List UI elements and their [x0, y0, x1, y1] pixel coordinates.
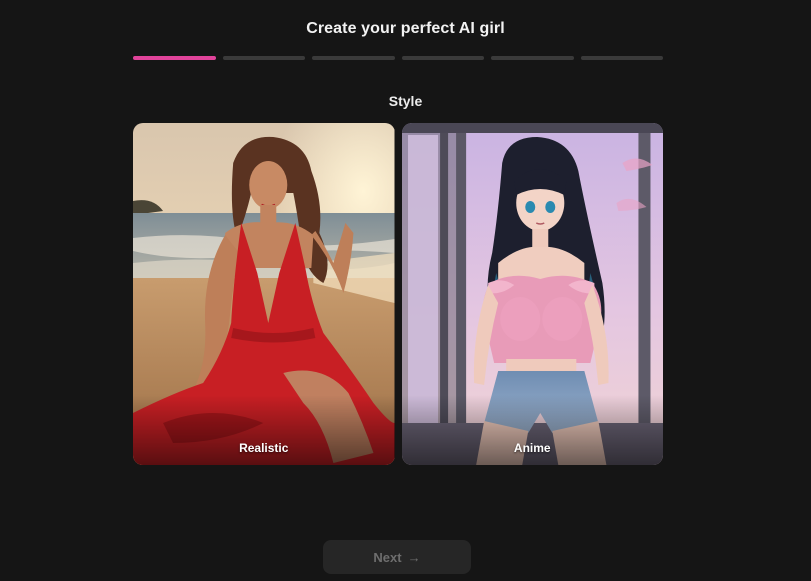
page-title: Create your perfect AI girl: [306, 20, 505, 37]
next-button-label: Next: [373, 549, 402, 565]
arrow-right-icon: →: [407, 549, 421, 565]
style-label-anime: Anime: [513, 441, 551, 455]
progress-step-5: [491, 56, 574, 60]
page: Create your perfect AI girl Style Realis…: [0, 0, 811, 581]
next-button[interactable]: Next →: [323, 540, 471, 574]
progress-step-1: [133, 56, 216, 60]
progress-step-2: [222, 56, 305, 60]
progress-step-4: [401, 56, 484, 60]
progress-step-6: [580, 56, 663, 60]
style-options: Realistic Anime: [133, 123, 663, 465]
step-progress-bar: [133, 56, 663, 60]
progress-step-3: [312, 56, 395, 60]
section-title-style: Style: [388, 93, 423, 109]
style-card-realistic[interactable]: Realistic: [133, 123, 395, 465]
style-card-anime[interactable]: Anime: [401, 123, 663, 465]
style-label-realistic: Realistic: [239, 441, 289, 455]
